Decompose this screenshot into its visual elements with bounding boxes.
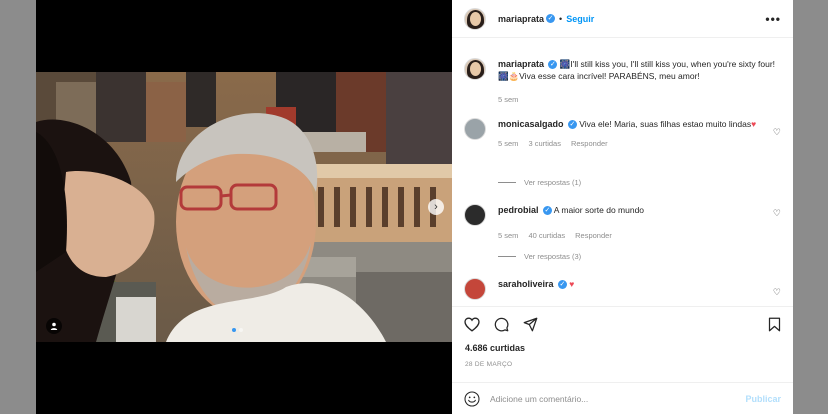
like-comment-icon[interactable]: ♡	[773, 127, 781, 138]
list-item: saraholiveira ✓ ♥ ♡	[464, 278, 781, 300]
user-tag-icon	[50, 322, 58, 330]
comment-time[interactable]: 5 sem	[498, 230, 518, 242]
separator: •	[559, 13, 563, 24]
action-bar	[452, 306, 793, 342]
heart-outline-icon[interactable]	[464, 317, 480, 332]
comment-icon[interactable]	[494, 317, 509, 332]
like-comment-icon[interactable]: ♡	[773, 208, 781, 219]
post-photo[interactable]: ›	[36, 72, 452, 342]
avatar[interactable]	[464, 58, 486, 80]
comment-composer: Publicar	[452, 382, 793, 414]
follow-button[interactable]: Seguir	[566, 14, 594, 24]
view-replies-label: Ver respostas (1)	[524, 178, 582, 187]
carousel-dot	[232, 328, 236, 332]
bookmark-icon[interactable]	[768, 317, 781, 332]
chevron-right-icon: ›	[434, 200, 438, 213]
user-tag-button[interactable]	[46, 318, 62, 334]
verified-icon: ✓	[567, 120, 577, 130]
author-username[interactable]: mariaprata	[498, 14, 544, 24]
likes-count[interactable]: 4.686 curtidas	[465, 343, 525, 353]
comment-input[interactable]	[490, 393, 746, 404]
comments-list[interactable]: mariaprata ✓ 🎆I'll still kiss you, I'll …	[452, 38, 793, 306]
verified-icon: ✓	[557, 280, 567, 290]
comment-text: Viva ele! Maria, suas filhas estao muito…	[579, 119, 752, 129]
paper-plane-icon[interactable]	[523, 317, 538, 332]
comment-likes[interactable]: 40 curtidas	[528, 230, 565, 242]
smiley-icon[interactable]	[464, 390, 480, 407]
comment-username[interactable]: pedrobial	[498, 205, 539, 215]
verified-icon: ✓	[546, 14, 556, 23]
photo-image	[36, 72, 452, 342]
post-header: mariaprata ✓ • Seguir •••	[452, 0, 793, 38]
details-panel: mariaprata ✓ • Seguir ••• mariaprata ✓ 🎆…	[452, 0, 793, 414]
next-photo-button[interactable]: ›	[428, 199, 444, 215]
comment-text: A maior sorte do mundo	[553, 205, 645, 215]
comment-username[interactable]: monicasalgado	[498, 119, 564, 129]
view-replies-label: Ver respostas (3)	[524, 252, 582, 261]
list-item: pedrobial ✓ A maior sorte do mundo 5 sem…	[464, 204, 781, 242]
comment-time[interactable]: 5 sem	[498, 138, 518, 150]
carousel-dot	[239, 328, 243, 332]
heart-emoji: ♥	[751, 119, 757, 129]
view-replies-button[interactable]: Ver respostas (3)	[498, 252, 581, 261]
reply-button[interactable]: Responder	[575, 230, 612, 242]
avatar[interactable]	[464, 118, 486, 140]
media-area: ›	[36, 0, 452, 414]
list-item: monicasalgado ✓ Viva ele! Maria, suas fi…	[464, 118, 781, 150]
verified-icon: ✓	[548, 60, 558, 70]
publish-button[interactable]: Publicar	[745, 394, 781, 404]
caption-time[interactable]: 5 sem	[498, 94, 518, 106]
post-date[interactable]: 28 DE MARÇO	[465, 361, 512, 368]
comment-likes[interactable]: 3 curtidas	[528, 138, 561, 150]
comment-username[interactable]: saraholiveira	[498, 279, 554, 289]
reply-button[interactable]: Responder	[571, 138, 608, 150]
avatar[interactable]	[464, 278, 486, 300]
avatar[interactable]	[464, 7, 486, 30]
carousel-indicator	[232, 328, 243, 332]
caption: mariaprata ✓ 🎆I'll still kiss you, I'll …	[464, 58, 781, 106]
verified-icon: ✓	[542, 206, 552, 216]
view-replies-button[interactable]: Ver respostas (1)	[498, 178, 581, 187]
caption-username[interactable]: mariaprata	[498, 59, 544, 69]
more-options-icon[interactable]: •••	[765, 12, 781, 26]
avatar[interactable]	[464, 204, 486, 226]
post-dialog: › mariaprata ✓ • Seguir ••• mariaprata ✓…	[36, 0, 793, 414]
heart-emoji: ♥	[569, 279, 575, 289]
like-comment-icon[interactable]: ♡	[773, 287, 781, 298]
